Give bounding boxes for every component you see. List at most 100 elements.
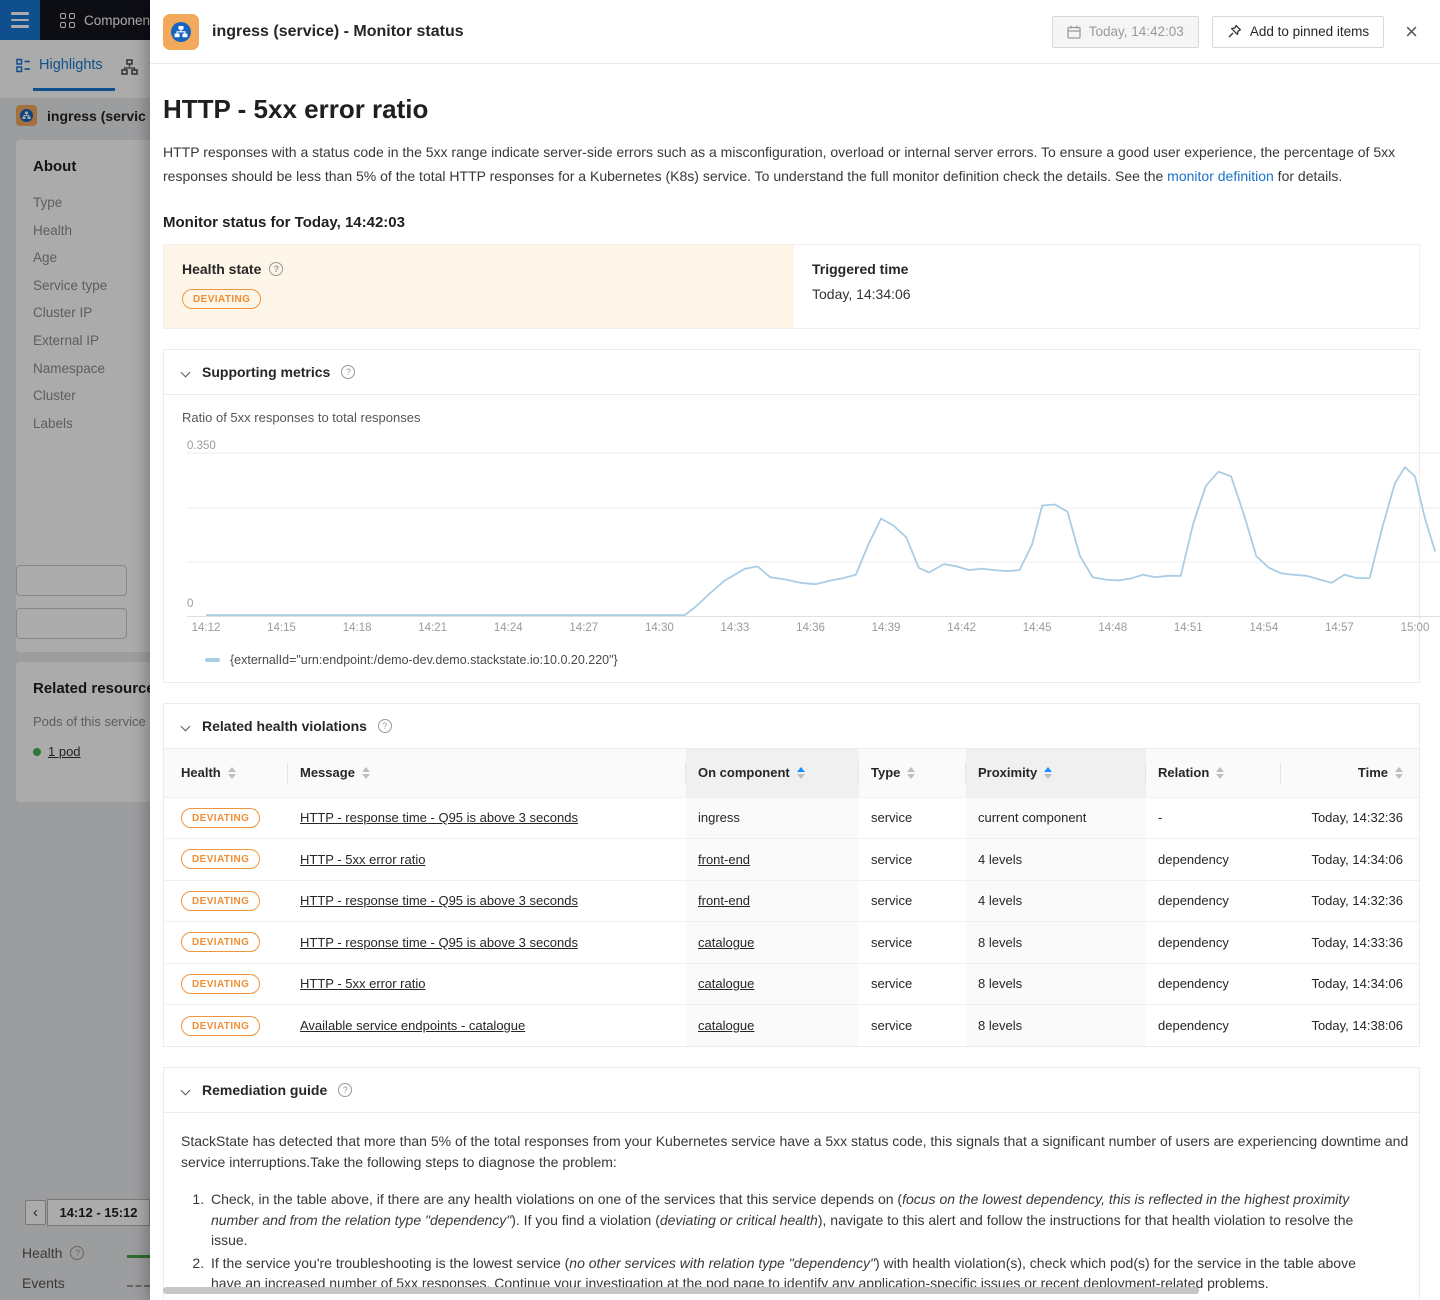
relation-cell: dependency	[1146, 922, 1281, 964]
time-cell: Today, 14:32:36	[1281, 880, 1419, 922]
remediation-guide-body: StackState has detected that more than 5…	[164, 1113, 1419, 1300]
relation-cell: dependency	[1146, 1005, 1281, 1047]
related-health-violations-title: Related health violations	[202, 718, 367, 734]
chart-title: Ratio of 5xx responses to total response…	[182, 410, 1419, 425]
add-to-pinned-items-label: Add to pinned items	[1250, 24, 1369, 39]
col-health[interactable]: Health	[164, 749, 288, 797]
violations-help-icon[interactable]: ?	[378, 719, 392, 733]
screen: Components Highlights	[0, 0, 1440, 1300]
x-axis-tick: 14:36	[796, 622, 825, 634]
line-chart-plot[interactable]: 0.350 0	[187, 438, 1440, 617]
x-axis-tick: 14:27	[569, 622, 598, 634]
remediation-intro: StackState has detected that more than 5…	[181, 1131, 1416, 1172]
pin-icon	[1227, 24, 1242, 39]
x-axis-tick: 14:33	[721, 622, 750, 634]
chart-legend[interactable]: {externalId="urn:endpoint:/demo-dev.demo…	[205, 653, 1419, 667]
related-health-violations-header[interactable]: Related health violations ?	[164, 704, 1419, 749]
violation-message-link[interactable]: Available service endpoints - catalogue	[300, 1018, 525, 1033]
violation-message-link[interactable]: HTTP - 5xx error ratio	[300, 976, 425, 991]
supporting-metrics-panel: Supporting metrics ? Ratio of 5xx respon…	[163, 349, 1420, 683]
col-type[interactable]: Type	[859, 749, 966, 797]
health-state-box: Health state ? DEVIATING Triggered time …	[163, 244, 1420, 329]
status-badge: DEVIATING	[181, 849, 260, 869]
violation-message-link[interactable]: HTTP - response time - Q95 is above 3 se…	[300, 935, 578, 950]
status-badge: DEVIATING	[181, 808, 260, 828]
sort-icons-active	[797, 767, 805, 779]
time-cell: Today, 14:34:06	[1281, 963, 1419, 1005]
x-axis-tick: 14:30	[645, 622, 674, 634]
relation-cell: -	[1146, 797, 1281, 839]
violation-message-link[interactable]: HTTP - response time - Q95 is above 3 se…	[300, 810, 578, 825]
x-axis-tick: 14:24	[494, 622, 523, 634]
triggered-time-label: Triggered time	[812, 261, 908, 277]
date-picker-button[interactable]: Today, 14:42:03	[1052, 16, 1199, 48]
modal-title: ingress (service) - Monitor status	[212, 23, 1039, 41]
component-link[interactable]: catalogue	[698, 1018, 754, 1033]
monitor-description: HTTP responses with a status code in the…	[163, 141, 1415, 188]
chevron-down-icon	[181, 721, 191, 731]
proximity-cell: current component	[966, 797, 1146, 839]
horizontal-scrollbar-thumb[interactable]	[163, 1287, 1199, 1294]
x-axis-tick: 14:15	[267, 622, 296, 634]
page-title: HTTP - 5xx error ratio	[163, 94, 1420, 125]
remediation-step-1: Check, in the table above, if there are …	[208, 1189, 1389, 1251]
table-row: DEVIATING HTTP - response time - Q95 is …	[164, 922, 1419, 964]
remediation-guide-header[interactable]: Remediation guide ?	[164, 1068, 1419, 1113]
service-icon	[163, 14, 199, 50]
violation-message-link[interactable]: HTTP - response time - Q95 is above 3 se…	[300, 893, 578, 908]
remediation-guide-panel: Remediation guide ? StackState has detec…	[163, 1067, 1420, 1300]
triggered-time-cell: Triggered time Today, 14:34:06	[794, 245, 1419, 328]
supporting-metrics-help-icon[interactable]: ?	[341, 365, 355, 379]
health-state-help-icon[interactable]: ?	[269, 262, 283, 276]
close-icon[interactable]: ×	[1405, 21, 1418, 43]
modal-body: HTTP - 5xx error ratio HTTP responses wi…	[150, 64, 1440, 1300]
remediation-help-icon[interactable]: ?	[338, 1083, 352, 1097]
component-link[interactable]: catalogue	[698, 976, 754, 991]
component-link[interactable]: front-end	[698, 852, 750, 867]
table-header-row: Health Message On component Type Proximi…	[164, 749, 1419, 797]
col-relation[interactable]: Relation	[1146, 749, 1281, 797]
type-cell: service	[859, 797, 966, 839]
col-on-component[interactable]: On component	[686, 749, 859, 797]
x-axis-tick: 14:45	[1023, 622, 1052, 634]
deviating-badge: DEVIATING	[182, 289, 261, 309]
sort-icons	[907, 767, 915, 779]
type-cell: service	[859, 880, 966, 922]
x-axis-tick: 14:18	[343, 622, 372, 634]
type-cell: service	[859, 963, 966, 1005]
x-axis-tick: 14:54	[1249, 622, 1278, 634]
violations-table: Health Message On component Type Proximi…	[164, 749, 1419, 1046]
proximity-cell: 4 levels	[966, 880, 1146, 922]
triggered-time-value: Today, 14:34:06	[812, 286, 1401, 302]
table-row: DEVIATING Available service endpoints - …	[164, 1005, 1419, 1047]
remediation-guide-title: Remediation guide	[202, 1082, 327, 1098]
supporting-metrics-header[interactable]: Supporting metrics ?	[164, 350, 1419, 395]
chevron-down-icon	[181, 367, 191, 377]
component-link[interactable]: front-end	[698, 893, 750, 908]
relation-cell: dependency	[1146, 880, 1281, 922]
proximity-cell: 8 levels	[966, 1005, 1146, 1047]
x-axis-tick: 14:39	[872, 622, 901, 634]
monitor-status-heading: Monitor status for Today, 14:42:03	[163, 214, 1420, 231]
chevron-down-icon	[181, 1085, 191, 1095]
status-badge: DEVIATING	[181, 932, 260, 952]
status-badge: DEVIATING	[181, 974, 260, 994]
add-to-pinned-items-button[interactable]: Add to pinned items	[1212, 16, 1384, 48]
sort-icons	[1395, 767, 1403, 779]
x-axis-tick: 14:48	[1098, 622, 1127, 634]
x-axis-tick: 14:21	[418, 622, 447, 634]
col-time[interactable]: Time	[1281, 749, 1419, 797]
x-axis-tick: 14:12	[192, 622, 221, 634]
violation-message-link[interactable]: HTTP - 5xx error ratio	[300, 852, 425, 867]
sort-icons	[362, 767, 370, 779]
monitor-definition-link[interactable]: monitor definition	[1167, 168, 1274, 184]
x-axis-tick: 14:57	[1325, 622, 1354, 634]
component-link[interactable]: catalogue	[698, 935, 754, 950]
col-message[interactable]: Message	[288, 749, 686, 797]
proximity-cell: 8 levels	[966, 922, 1146, 964]
time-cell: Today, 14:34:06	[1281, 839, 1419, 881]
x-axis-tick: 14:51	[1174, 622, 1203, 634]
type-cell: service	[859, 922, 966, 964]
col-proximity[interactable]: Proximity	[966, 749, 1146, 797]
status-badge: DEVIATING	[181, 1016, 260, 1036]
